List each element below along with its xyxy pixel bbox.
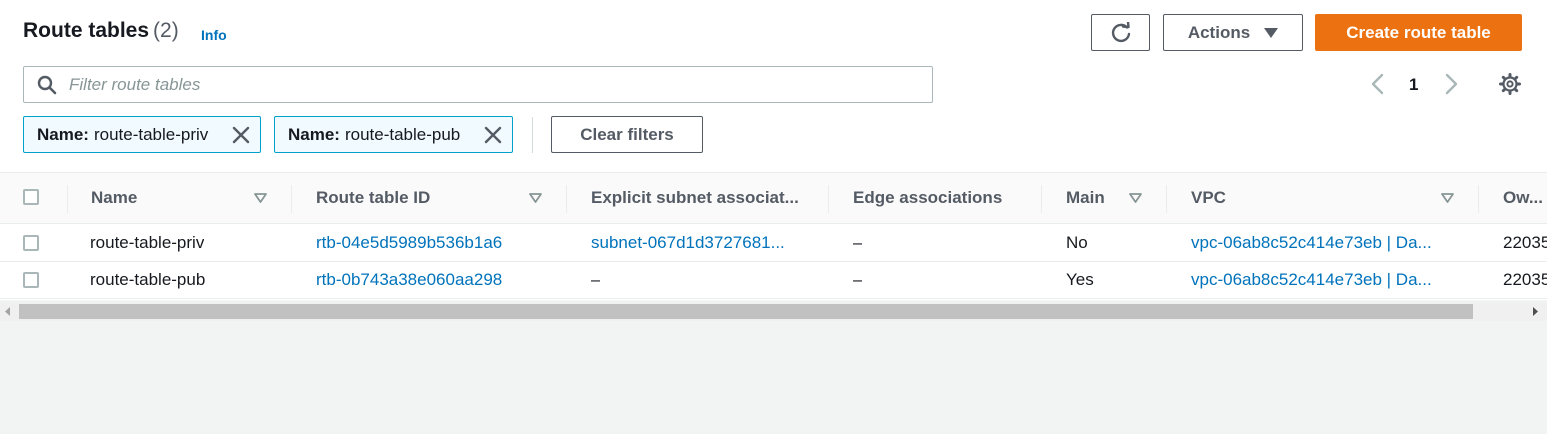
refresh-button[interactable]	[1091, 14, 1150, 51]
sort-icon[interactable]	[1441, 193, 1454, 203]
column-header-explicit-subnet[interactable]: Explicit subnet associat...	[591, 188, 799, 208]
cell-edge-associations: –	[853, 270, 863, 289]
column-divider	[828, 185, 829, 213]
column-header-owner[interactable]: Ow...	[1503, 188, 1543, 208]
search-input[interactable]	[67, 73, 911, 96]
filter-divider	[532, 117, 533, 153]
chevron-left-icon	[1371, 73, 1384, 95]
actions-label: Actions	[1187, 22, 1251, 42]
current-page-number[interactable]: 1	[1409, 75, 1418, 95]
cell-main: No	[1066, 233, 1088, 252]
column-divider	[291, 185, 292, 213]
column-header-route-table-id[interactable]: Route table ID	[316, 188, 430, 208]
table-header-row: Name Route table ID Explicit subnet asso…	[0, 172, 1547, 224]
actions-button[interactable]: Actions	[1163, 14, 1303, 51]
preferences-button[interactable]	[1498, 72, 1522, 101]
search-icon	[37, 75, 57, 94]
info-link[interactable]: Info	[201, 27, 227, 43]
filter-token-name-pub[interactable]: Name: route-table-pub	[274, 116, 513, 153]
caret-down-icon	[1264, 27, 1279, 38]
column-header-main[interactable]: Main	[1066, 188, 1105, 208]
filter-token-key: Name:	[288, 124, 340, 144]
cell-vpc-link[interactable]: vpc-06ab8c52c414e73eb | Da...	[1191, 233, 1432, 253]
cell-explicit-subnet: –	[591, 270, 601, 289]
cell-edge-associations: –	[853, 233, 863, 252]
filter-token-name-priv[interactable]: Name: route-table-priv	[23, 116, 261, 153]
scroll-left-arrow-icon[interactable]	[4, 307, 12, 316]
column-header-name[interactable]: Name	[91, 188, 137, 208]
cell-name: route-table-pub	[90, 270, 206, 289]
sort-icon[interactable]	[529, 193, 542, 203]
sort-icon[interactable]	[254, 193, 267, 203]
cell-vpc-link[interactable]: vpc-06ab8c52c414e73eb | Da...	[1191, 270, 1432, 290]
chevron-right-icon	[1445, 73, 1458, 95]
select-all-checkbox[interactable]	[23, 189, 39, 205]
table-row[interactable]: route-table-pub rtb-0b743a38e060aa298 – …	[0, 262, 1547, 299]
next-page-button[interactable]	[1441, 72, 1461, 96]
column-header-edge-associations[interactable]: Edge associations	[853, 188, 1002, 208]
cell-main: Yes	[1066, 270, 1094, 289]
column-divider	[67, 185, 68, 213]
filter-token-value: route-table-pub	[344, 124, 461, 144]
gear-icon	[1499, 73, 1521, 95]
horizontal-scrollbar[interactable]	[0, 302, 1547, 321]
scrollbar-thumb[interactable]	[19, 304, 1473, 319]
row-checkbox[interactable]	[23, 235, 39, 251]
clear-filters-button[interactable]: Clear filters	[551, 116, 703, 153]
cell-owner: 22035	[1503, 270, 1547, 289]
page-title-text: Route tables	[23, 19, 150, 42]
filter-token-value: route-table-priv	[93, 124, 209, 144]
column-divider	[1166, 185, 1167, 213]
sort-icon[interactable]	[1129, 193, 1142, 203]
refresh-icon	[1111, 21, 1130, 42]
scroll-right-arrow-icon[interactable]	[1531, 307, 1539, 316]
previous-page-button[interactable]	[1368, 72, 1388, 96]
cell-route-table-id-link[interactable]: rtb-0b743a38e060aa298	[316, 270, 502, 290]
route-table-count: (2)	[153, 19, 179, 42]
filter-search-box[interactable]	[23, 66, 933, 103]
create-route-table-button[interactable]: Create route table	[1315, 14, 1522, 51]
cell-route-table-id-link[interactable]: rtb-04e5d5989b536b1a6	[316, 233, 502, 253]
route-tables-panel: Route tables (2) Info Actions Create rout…	[0, 0, 1547, 321]
cell-owner: 22035	[1503, 233, 1547, 252]
filter-token-key: Name:	[37, 124, 89, 144]
cell-name: route-table-priv	[90, 233, 205, 252]
column-header-vpc[interactable]: VPC	[1191, 188, 1226, 208]
page-title: Route tables (2)	[23, 19, 179, 43]
row-checkbox[interactable]	[23, 272, 39, 288]
column-divider	[1041, 185, 1042, 213]
table-row[interactable]: route-table-priv rtb-04e5d5989b536b1a6 s…	[0, 225, 1547, 262]
close-icon[interactable]	[483, 125, 503, 145]
cell-explicit-subnet-link[interactable]: subnet-067d1d3727681...	[591, 233, 785, 253]
close-icon[interactable]	[231, 125, 251, 145]
column-divider	[566, 185, 567, 213]
column-divider	[1478, 185, 1479, 213]
